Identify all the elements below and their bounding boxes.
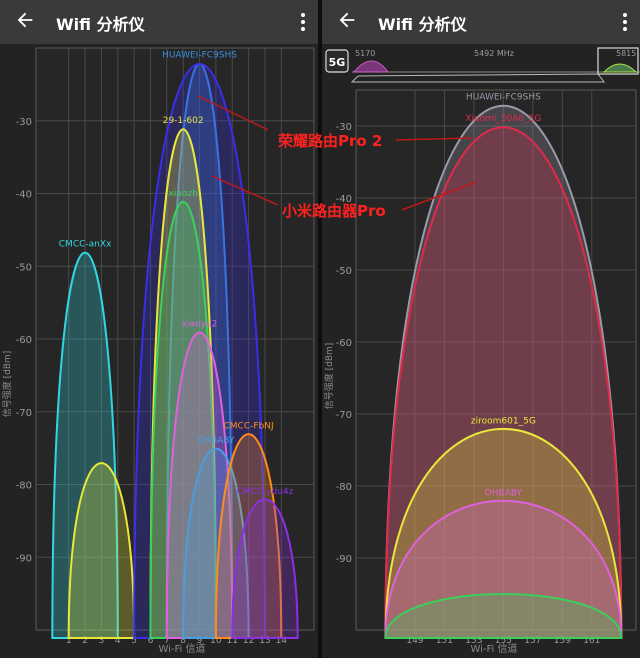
x-axis-label: Wi-Fi 信道	[470, 642, 517, 655]
y-axis-label: 信号强度 [dBm]	[1, 351, 13, 418]
y-tick-label: -30	[16, 117, 32, 128]
y-tick-label: -40	[16, 190, 32, 201]
ssid-label: OHBABY	[485, 488, 523, 498]
y-tick-label: -70	[336, 410, 352, 421]
ssid-label: HUAWEI-FC9SHS	[162, 51, 237, 61]
band-badge-label: 5G	[329, 56, 346, 69]
overflow-menu-icon[interactable]	[298, 12, 308, 32]
y-tick-label: -60	[16, 335, 32, 346]
band-overview-strip[interactable]: 5G 5170 5492 MHz 5815	[322, 44, 640, 86]
app-bar: Wifi 分析仪	[322, 0, 640, 44]
y-axis-label: 信号强度 [dBm]	[323, 343, 335, 410]
ssid-label: 29-1-602	[163, 116, 204, 126]
ssid-label: OHBABY	[197, 436, 235, 446]
ssid-label: HUAWEI-FC9SHS	[466, 92, 541, 102]
left-panel: Wifi 分析仪 -30 -40 -50 -60 -70 -80 -90 1 2 3 4 5 6 7 8 9 1…	[0, 0, 318, 658]
overview-zoom-funnel	[350, 73, 605, 83]
y-tick-label: -50	[16, 262, 32, 273]
y-tick-label: -90	[336, 554, 352, 565]
ssid-label: xiaozh	[169, 189, 198, 199]
y-tick-label: -60	[336, 338, 352, 349]
overflow-menu-icon[interactable]	[620, 12, 630, 32]
overview-center-freq: 5492 MHz	[474, 49, 514, 58]
overview-high-band-peak	[602, 63, 638, 73]
back-arrow-icon[interactable]	[336, 9, 358, 31]
channel-graph-2g: -30-40-50-60-70-80-901 2 3 4 5 6 7 8 9 10 11 12 13 14…	[1, 47, 315, 655]
overview-right-freq: 5815	[616, 49, 636, 58]
app-title: Wifi 分析仪	[56, 15, 145, 34]
ssid-label: CMCC-FbNJ	[224, 422, 274, 432]
y-tick-label: -30	[336, 122, 352, 133]
overview-left-freq: 5170	[355, 49, 375, 58]
channel-graph-5g: -30-40-50-60-70-80-90149 151 153 155 157 159 1…	[323, 89, 637, 655]
overview-low-band-peak	[352, 60, 389, 73]
ssid-label: ziroom601_5G	[471, 416, 536, 426]
x-axis-label: Wi-Fi 信道	[158, 642, 205, 655]
y-tick-label: -50	[336, 266, 352, 277]
right-panel: Wifi 分析仪 5G 5170 5492 MHz 5815 -30 -40 -50…	[322, 0, 640, 658]
ssid-label: CMCC-ydu4z	[236, 487, 293, 497]
y-tick-label: -80	[16, 481, 32, 492]
y-tick-label: -80	[336, 482, 352, 493]
app-title: Wifi 分析仪	[378, 15, 467, 34]
ssid-label: CMCC-anXx	[59, 240, 112, 250]
app-bar: Wifi 分析仪	[0, 0, 318, 44]
y-tick-label: -70	[16, 408, 32, 419]
y-tick-label: -90	[16, 553, 32, 564]
ssid-label: Xiaomi_50A6_5G	[465, 114, 541, 124]
back-arrow-icon[interactable]	[14, 9, 36, 31]
ssid-label: xiaoyu2	[182, 320, 218, 330]
y-tick-label: -40	[336, 194, 352, 205]
